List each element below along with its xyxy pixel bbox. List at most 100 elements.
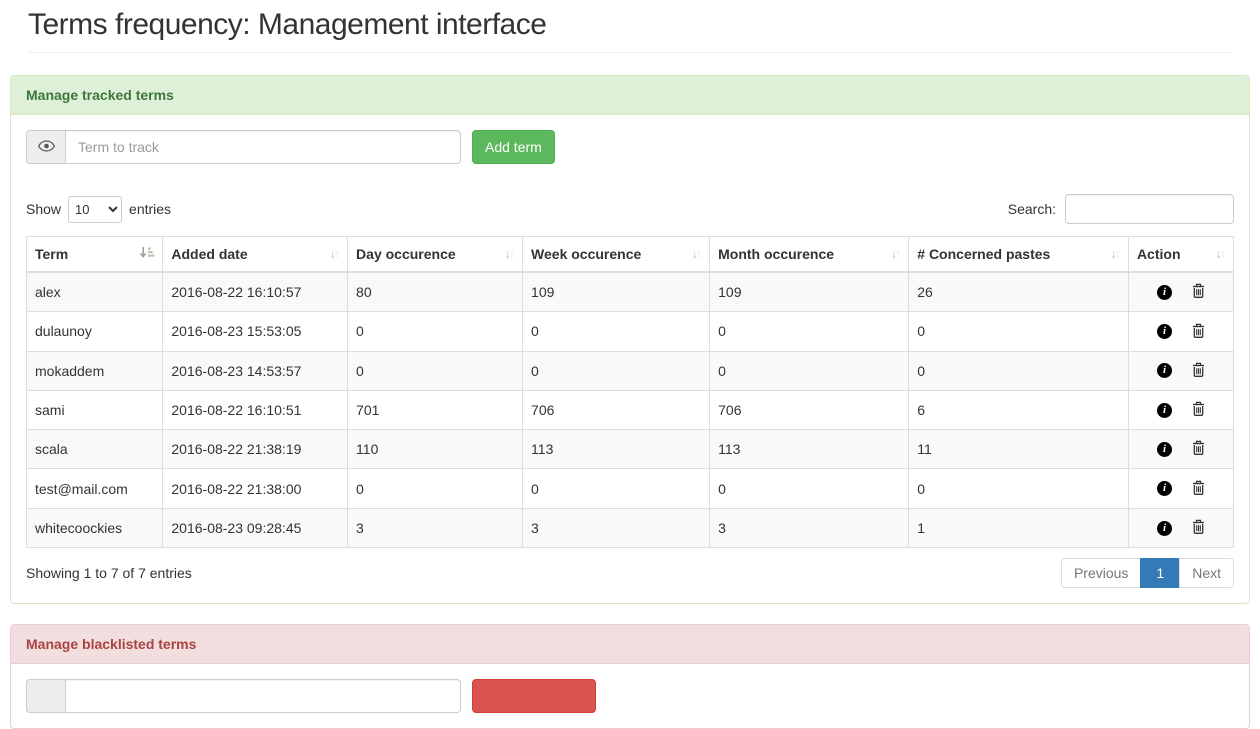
column-header-week-occurence[interactable]: Week occurence ↓↑ — [523, 237, 710, 273]
term-cell: alex — [27, 272, 163, 312]
table-row: scala 2016-08-22 21:38:19 110 113 113 11… — [27, 430, 1234, 469]
concerned-pastes-cell: 26 — [909, 272, 1129, 312]
column-header-day-occurence[interactable]: Day occurence ↓↑ — [348, 237, 523, 273]
column-header-action[interactable]: Action ↓↑ — [1128, 237, 1233, 273]
concerned-pastes-cell: 0 — [909, 469, 1129, 508]
info-icon[interactable]: i — [1157, 521, 1172, 536]
term-cell: test@mail.com — [27, 469, 163, 508]
sort-ascending-icon — [139, 246, 155, 262]
term-cell: scala — [27, 430, 163, 469]
added-date-cell: 2016-08-22 16:10:51 — [163, 390, 348, 429]
added-date-cell: 2016-08-23 14:53:57 — [163, 351, 348, 390]
tracked-panel-heading: Manage tracked terms — [11, 76, 1249, 115]
concerned-pastes-cell: 6 — [909, 390, 1129, 429]
trash-icon[interactable] — [1192, 480, 1205, 498]
month-occurence-cell: 113 — [710, 430, 909, 469]
blacklist-term-form — [26, 679, 1234, 713]
day-occurence-cell: 80 — [348, 272, 523, 312]
datatable-toolbar: Show 10 entries Search: — [26, 194, 1234, 224]
day-occurence-cell: 0 — [348, 351, 523, 390]
week-occurence-cell: 706 — [523, 390, 710, 429]
month-occurence-cell: 0 — [710, 351, 909, 390]
trash-icon[interactable] — [1192, 440, 1205, 458]
search-label: Search: — [1008, 201, 1056, 217]
blacklist-panel-body — [11, 664, 1249, 728]
table-row: alex 2016-08-22 16:10:57 80 109 109 26 i — [27, 272, 1234, 312]
month-occurence-cell: 0 — [710, 312, 909, 351]
search-input[interactable] — [1065, 194, 1234, 224]
column-header-concerned-pastes[interactable]: # Concerned pastes ↓↑ — [909, 237, 1129, 273]
tracked-terms-panel: Manage tracked terms Add term — [10, 75, 1250, 604]
term-to-blacklist-input[interactable] — [65, 679, 461, 713]
add-term-form: Add term — [26, 130, 1234, 164]
info-icon[interactable]: i — [1157, 403, 1172, 418]
added-date-cell: 2016-08-23 15:53:05 — [163, 312, 348, 351]
search-control: Search: — [1008, 194, 1234, 224]
concerned-pastes-cell: 0 — [909, 312, 1129, 351]
day-occurence-cell: 0 — [348, 312, 523, 351]
action-cell: i — [1128, 508, 1233, 547]
term-cell: sami — [27, 390, 163, 429]
month-occurence-cell: 109 — [710, 272, 909, 312]
sort-icon: ↓↑ — [505, 248, 516, 261]
term-to-track-input[interactable] — [65, 130, 461, 164]
day-occurence-cell: 0 — [348, 469, 523, 508]
table-row: test@mail.com 2016-08-22 21:38:00 0 0 0 … — [27, 469, 1234, 508]
trash-icon[interactable] — [1192, 519, 1205, 537]
added-date-cell: 2016-08-22 21:38:19 — [163, 430, 348, 469]
week-occurence-cell: 3 — [523, 508, 710, 547]
trash-icon[interactable] — [1192, 323, 1205, 341]
table-info-text: Showing 1 to 7 of 7 entries — [26, 565, 192, 581]
week-occurence-cell: 113 — [523, 430, 710, 469]
term-cell: whitecoockies — [27, 508, 163, 547]
month-occurence-cell: 0 — [710, 469, 909, 508]
show-label: Show — [26, 201, 61, 217]
blacklist-panel-heading: Manage blacklisted terms — [11, 625, 1249, 664]
eye-icon — [38, 139, 55, 155]
column-header-month-occurence[interactable]: Month occurence ↓↑ — [710, 237, 909, 273]
info-icon[interactable]: i — [1157, 285, 1172, 300]
month-occurence-cell: 3 — [710, 508, 909, 547]
column-header-added-date[interactable]: Added date ↓↑ — [163, 237, 348, 273]
sort-icon: ↓↑ — [1110, 248, 1121, 261]
blacklisted-terms-panel: Manage blacklisted terms — [10, 624, 1250, 729]
action-cell: i — [1128, 312, 1233, 351]
added-date-cell: 2016-08-23 09:28:45 — [163, 508, 348, 547]
entries-label: entries — [129, 201, 171, 217]
info-icon[interactable]: i — [1157, 442, 1172, 457]
day-occurence-cell: 3 — [348, 508, 523, 547]
info-icon[interactable]: i — [1157, 324, 1172, 339]
term-cell: dulaunoy — [27, 312, 163, 351]
blacklist-addon — [26, 679, 65, 713]
info-icon[interactable]: i — [1157, 363, 1172, 378]
trash-icon[interactable] — [1192, 283, 1205, 301]
table-row: sami 2016-08-22 16:10:51 701 706 706 6 i — [27, 390, 1234, 429]
action-cell: i — [1128, 469, 1233, 508]
blacklist-term-button[interactable] — [472, 679, 596, 713]
pagination-previous[interactable]: Previous — [1061, 558, 1141, 588]
sort-icon: ↓↑ — [1216, 248, 1227, 261]
concerned-pastes-cell: 11 — [909, 430, 1129, 469]
week-occurence-cell: 0 — [523, 469, 710, 508]
sort-icon: ↓↑ — [692, 248, 703, 261]
page-container: Terms frequency: Management interface Ma… — [10, 0, 1250, 729]
pagination-next[interactable]: Next — [1179, 558, 1234, 588]
pagination-page-1[interactable]: 1 — [1140, 558, 1180, 588]
trash-icon[interactable] — [1192, 401, 1205, 419]
added-date-cell: 2016-08-22 21:38:00 — [163, 469, 348, 508]
concerned-pastes-cell: 0 — [909, 351, 1129, 390]
action-cell: i — [1128, 430, 1233, 469]
term-cell: mokaddem — [27, 351, 163, 390]
eye-icon-addon — [26, 130, 65, 164]
page-title: Terms frequency: Management interface — [28, 8, 1232, 42]
info-icon[interactable]: i — [1157, 481, 1172, 496]
action-cell: i — [1128, 390, 1233, 429]
term-input-group — [26, 130, 461, 164]
add-term-button[interactable]: Add term — [472, 130, 555, 164]
column-header-term[interactable]: Term — [27, 237, 163, 273]
page-length-select[interactable]: 10 — [68, 196, 122, 223]
table-row: dulaunoy 2016-08-23 15:53:05 0 0 0 0 i — [27, 312, 1234, 351]
day-occurence-cell: 110 — [348, 430, 523, 469]
trash-icon[interactable] — [1192, 362, 1205, 380]
datatable-footer: Showing 1 to 7 of 7 entries Previous 1 N… — [26, 558, 1234, 588]
